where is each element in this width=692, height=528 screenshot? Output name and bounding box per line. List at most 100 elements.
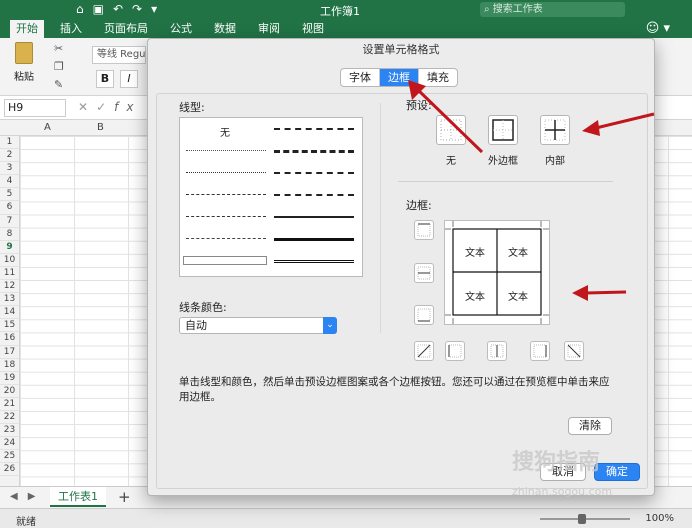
row-header-3[interactable]: 3 xyxy=(0,162,19,176)
row-header-12[interactable]: 12 xyxy=(0,280,19,294)
clear-button[interactable]: 清除 xyxy=(568,417,612,435)
line-style-list[interactable]: 无 xyxy=(179,117,363,277)
line-style-dash-dot-dot[interactable] xyxy=(186,194,266,195)
format-painter-icon[interactable]: ✎ xyxy=(54,78,64,91)
save-icon[interactable]: ▣ xyxy=(93,2,104,16)
watermark-url: zhinan.sogou.com xyxy=(512,485,613,498)
row-header-9[interactable]: 9 xyxy=(0,241,19,254)
feedback-smiley-icon[interactable]: ☺ ▾ xyxy=(646,21,670,36)
line-style-medium-dash-dot-dot[interactable] xyxy=(274,128,354,130)
row-header-16[interactable]: 16 xyxy=(0,332,19,346)
border-top-button[interactable] xyxy=(414,220,434,240)
row-header-23[interactable]: 23 xyxy=(0,424,19,438)
line-style-double[interactable] xyxy=(274,260,354,263)
paste-button[interactable]: 粘贴 xyxy=(10,42,38,90)
row-header-25[interactable]: 25 xyxy=(0,450,19,464)
more-icon[interactable]: ▾ xyxy=(151,2,157,16)
row-header-13[interactable]: 13 xyxy=(0,293,19,307)
fx-icon[interactable]: fx xyxy=(114,100,141,114)
row-header-14[interactable]: 14 xyxy=(0,306,19,320)
border-right-button[interactable] xyxy=(530,341,550,361)
row-header-5[interactable]: 5 xyxy=(0,188,19,202)
row-header-18[interactable]: 18 xyxy=(0,359,19,372)
border-bottom-button[interactable] xyxy=(414,305,434,325)
border-preview[interactable]: 文本 文本 文本 文本 xyxy=(444,220,550,325)
confirm-icon[interactable]: ✓ xyxy=(96,100,114,114)
line-style-dotted[interactable] xyxy=(186,172,266,173)
row-header: 1 2 3 4 5 6 7 8 9 10 11 12 13 14 15 16 17 18 19 20 21 22 23 24 2… xyxy=(0,136,20,486)
formula-buttons: ✕✓fx xyxy=(78,100,141,114)
row-header-20[interactable]: 20 xyxy=(0,385,19,398)
copy-icon[interactable]: ❐ xyxy=(54,60,64,73)
font-name-select[interactable]: 等线 Regu xyxy=(92,46,146,64)
row-header-21[interactable]: 21 xyxy=(0,398,19,411)
tab-home[interactable]: 开始 xyxy=(10,20,44,38)
row-header-26[interactable]: 26 xyxy=(0,463,19,477)
line-style-none[interactable]: 无 xyxy=(220,124,230,139)
status-bar: 就绪 100% xyxy=(0,508,692,528)
sheet-nav-arrows[interactable]: ◀▶ xyxy=(10,491,45,502)
paste-label: 粘贴 xyxy=(14,72,34,83)
home-icon[interactable]: ⌂ xyxy=(76,2,84,16)
row-header-22[interactable]: 22 xyxy=(0,411,19,425)
italic-button[interactable]: I xyxy=(120,70,138,88)
row-header-6[interactable]: 6 xyxy=(0,201,19,215)
row-header-11[interactable]: 11 xyxy=(0,267,19,281)
undo-icon[interactable]: ↶ xyxy=(113,2,123,16)
row-header-2[interactable]: 2 xyxy=(0,149,19,163)
tab-insert[interactable]: 插入 xyxy=(60,20,82,38)
row-header-8[interactable]: 8 xyxy=(0,228,19,241)
line-style-dashed[interactable] xyxy=(186,238,266,239)
row-header-19[interactable]: 19 xyxy=(0,372,19,385)
column-a-header[interactable]: A xyxy=(44,122,51,133)
line-style-medium-dash-dot[interactable] xyxy=(274,172,354,174)
row-header-7[interactable]: 7 xyxy=(0,215,19,228)
row-header-24[interactable]: 24 xyxy=(0,437,19,451)
preset-inside-label: 内部 xyxy=(545,156,565,167)
tab-font[interactable]: 字体 xyxy=(341,69,380,86)
row-header-4[interactable]: 4 xyxy=(0,175,19,189)
preset-outline-button[interactable] xyxy=(488,115,518,145)
search-sheet-input[interactable]: ⌕ 搜索工作表 xyxy=(480,2,625,17)
preset-inside-button[interactable] xyxy=(540,115,570,145)
tab-review[interactable]: 审阅 xyxy=(258,20,280,38)
border-right-icon xyxy=(533,344,547,358)
line-style-dash-dot[interactable] xyxy=(186,216,266,217)
zoom-slider-knob[interactable] xyxy=(578,514,586,524)
row-header-1[interactable]: 1 xyxy=(0,136,19,150)
ok-button[interactable]: 确定 xyxy=(594,463,640,481)
line-style-medium-dashed[interactable] xyxy=(274,194,354,196)
border-middle-vertical-button[interactable] xyxy=(487,341,507,361)
border-left-icon xyxy=(448,344,462,358)
preview-text-top-right: 文本 xyxy=(508,248,528,259)
border-middle-horizontal-button[interactable] xyxy=(414,263,434,283)
tab-view[interactable]: 视图 xyxy=(302,20,324,38)
cut-icon[interactable]: ✂ xyxy=(54,42,64,55)
row-header-10[interactable]: 10 xyxy=(0,254,19,267)
add-sheet-button[interactable]: + xyxy=(118,488,131,506)
bold-button[interactable]: B xyxy=(96,70,114,88)
tab-data[interactable]: 数据 xyxy=(214,20,236,38)
row-header-15[interactable]: 15 xyxy=(0,319,19,333)
line-color-select[interactable]: 自动 ⌄ xyxy=(179,317,337,334)
border-middle-vertical-icon xyxy=(490,344,504,358)
line-style-hair[interactable] xyxy=(186,150,266,151)
row-header-17[interactable]: 17 xyxy=(0,346,19,359)
line-style-slant-dash-dot[interactable] xyxy=(274,150,354,153)
redo-icon[interactable]: ↷ xyxy=(132,2,142,16)
line-style-thick[interactable] xyxy=(274,238,354,241)
line-style-thin-selected[interactable] xyxy=(183,256,267,265)
border-left-button[interactable] xyxy=(445,341,465,361)
border-diagonal-down-button[interactable] xyxy=(564,341,584,361)
tab-page-layout[interactable]: 页面布局 xyxy=(104,20,148,38)
cancel-icon[interactable]: ✕ xyxy=(78,100,96,114)
name-box[interactable]: H9 xyxy=(4,99,66,117)
tab-formulas[interactable]: 公式 xyxy=(170,20,192,38)
border-diagonal-up-button[interactable] xyxy=(414,341,434,361)
column-b-header[interactable]: B xyxy=(97,122,104,133)
preview-text-bottom-right: 文本 xyxy=(508,292,528,303)
border-diagonal-down-icon xyxy=(567,344,581,358)
line-style-medium[interactable] xyxy=(274,216,354,218)
sheet-tab-1[interactable]: 工作表1 xyxy=(50,487,106,507)
border-label: 边框: xyxy=(406,199,432,212)
